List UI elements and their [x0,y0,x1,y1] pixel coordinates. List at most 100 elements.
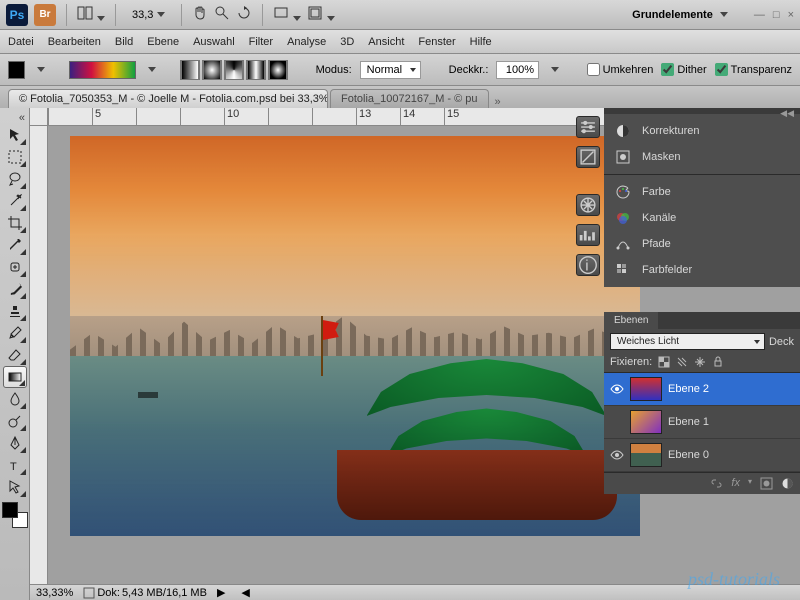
bridge-button[interactable]: Br [34,4,56,26]
gradient-diamond[interactable] [268,60,288,80]
doc-info-icon[interactable] [83,587,95,599]
blend-mode-select[interactable]: Normal [360,61,421,79]
panel-item-farbe[interactable]: Farbe [604,179,800,205]
panel-item-kanale[interactable]: Kanäle [604,205,800,231]
layer-thumbnail[interactable] [630,377,662,401]
gradient-linear[interactable] [180,60,200,80]
gradient-angle[interactable] [224,60,244,80]
status-zoom[interactable]: 33,33% [36,587,73,599]
rotate-view-btn[interactable] [236,5,252,24]
wand-tool[interactable] [3,190,27,212]
layer-blend-mode-select[interactable]: Weiches Licht [610,333,765,350]
eraser-tool[interactable] [3,344,27,366]
extras-btn[interactable] [307,5,335,24]
layer-name[interactable]: Ebene 2 [668,383,709,395]
gradient-picker[interactable] [69,61,136,79]
brush-tool[interactable] [3,278,27,300]
visibility-toggle[interactable] [610,415,624,429]
lock-position-icon[interactable] [694,356,706,368]
document-tab-inactive[interactable]: Fotolia_10072167_M - © pu [330,89,489,108]
layer-name[interactable]: Ebene 0 [668,449,709,461]
crop-tool[interactable] [3,212,27,234]
doc-label: Dok: [97,587,120,599]
color-icon [614,183,632,201]
menu-ebene[interactable]: Ebene [147,36,179,48]
lasso-tool[interactable] [3,168,27,190]
menu-bearbeiten[interactable]: Bearbeiten [48,36,101,48]
zoom-level[interactable]: 33,3 [126,7,171,23]
reverse-checkbox[interactable]: Umkehren [587,63,654,76]
type-tool[interactable]: T [3,454,27,476]
minimize-button[interactable]: — [754,9,765,21]
history-brush-tool[interactable] [3,322,27,344]
maximize-button[interactable]: □ [773,9,780,21]
menu-bild[interactable]: Bild [115,36,133,48]
blur-tool[interactable] [3,388,27,410]
ruler-origin[interactable] [30,108,48,126]
panel-item-farbfelder[interactable]: Farbfelder [604,257,800,283]
dock-icon-histogram[interactable] [576,224,600,246]
heal-tool[interactable] [3,256,27,278]
workspace-switcher[interactable]: Grundelemente [622,5,738,25]
tool-preset-picker[interactable] [8,61,25,79]
arrange-documents-button[interactable] [77,5,105,24]
menu-analyse[interactable]: Analyse [287,36,326,48]
svg-text:i: i [585,258,588,275]
menu-3d[interactable]: 3D [340,36,354,48]
toolbox-collapse[interactable]: « [19,112,29,124]
layers-tab[interactable]: Ebenen [604,312,658,329]
eyedropper-tool[interactable] [3,234,27,256]
panel-item-masken[interactable]: Masken [604,144,800,170]
canvas[interactable] [70,136,640,536]
layer-thumbnail[interactable] [630,443,662,467]
dodge-tool[interactable] [3,410,27,432]
visibility-toggle[interactable] [610,382,624,396]
dock-icon-masks[interactable] [576,146,600,168]
menu-fenster[interactable]: Fenster [418,36,455,48]
document-tab-active[interactable]: © Fotolia_7050353_M - © Joelle M - Fotol… [8,89,328,108]
menu-datei[interactable]: Datei [8,36,34,48]
marquee-tool[interactable] [3,146,27,168]
transparency-checkbox[interactable]: Transparenz [715,63,792,76]
layer-name[interactable]: Ebene 1 [668,416,709,428]
panel-item-korrekturen[interactable]: Korrekturen [604,118,800,144]
status-menu-arrow[interactable]: ▶ [217,586,225,599]
layer-row-ebene0[interactable]: Ebene 0 [604,439,800,472]
link-layers-icon[interactable] [710,477,723,490]
layer-row-ebene2[interactable]: Ebene 2 [604,373,800,406]
gradient-tool[interactable] [3,366,27,388]
zoom-tool-btn[interactable] [214,5,230,24]
path-select-tool[interactable] [3,476,27,498]
panel-item-pfade[interactable]: Pfade [604,231,800,257]
adjustment-layer-icon[interactable] [781,477,794,490]
dock-icon-navigator[interactable] [576,194,600,216]
stamp-tool[interactable] [3,300,27,322]
dock-icon-info[interactable]: i [576,254,600,276]
lock-pixels-icon[interactable] [676,356,688,368]
close-button[interactable]: × [788,9,794,21]
menu-auswahl[interactable]: Auswahl [193,36,235,48]
doc-size: 5,43 MB/16,1 MB [122,587,207,599]
dock-icon-adjustments[interactable] [576,116,600,138]
visibility-toggle[interactable] [610,448,624,462]
layer-thumbnail[interactable] [630,410,662,434]
hand-tool-btn[interactable] [192,5,208,24]
menu-ansicht[interactable]: Ansicht [368,36,404,48]
dither-checkbox[interactable]: Dither [661,63,706,76]
vertical-ruler[interactable] [30,126,48,584]
lock-all-icon[interactable] [712,356,724,368]
move-tool[interactable] [3,124,27,146]
menu-hilfe[interactable]: Hilfe [470,36,492,48]
layer-row-ebene1[interactable]: Ebene 1 [604,406,800,439]
menu-filter[interactable]: Filter [249,36,273,48]
gradient-reflected[interactable] [246,60,266,80]
screen-mode-btn[interactable] [273,5,301,24]
pen-tool[interactable] [3,432,27,454]
tab-scroll-icon[interactable]: » [495,96,501,108]
fx-button[interactable]: fx [731,477,740,490]
opacity-input[interactable]: 100% [496,61,539,79]
foreground-background-colors[interactable] [2,502,28,528]
lock-transparency-icon[interactable] [658,356,670,368]
mask-button-icon[interactable] [760,477,773,490]
gradient-radial[interactable] [202,60,222,80]
